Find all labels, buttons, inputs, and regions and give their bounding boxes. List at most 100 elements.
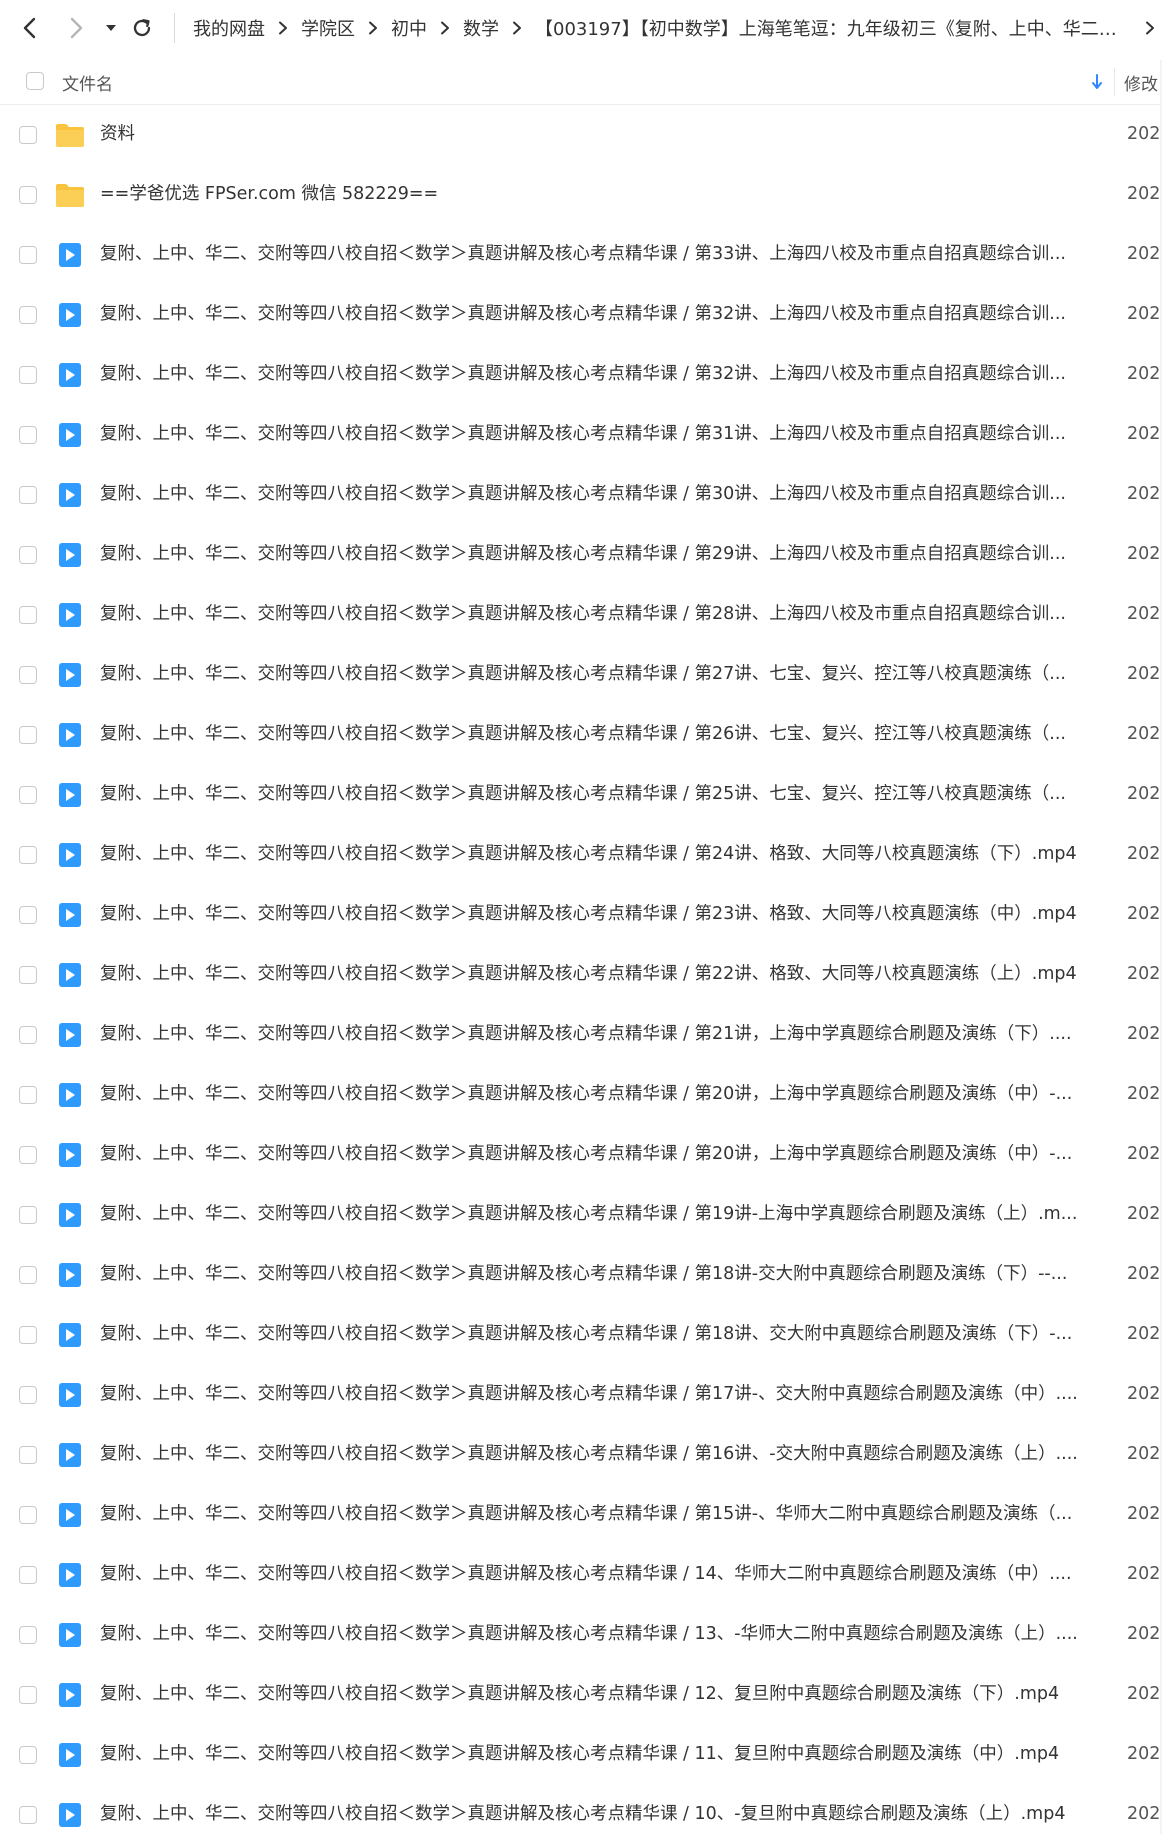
refresh-icon[interactable] [126,12,158,44]
file-row[interactable]: 复附、上中、华二、交附等四八校自招＜数学＞真题讲解及核心考点精华课 / 第20讲… [0,1065,1162,1125]
breadcrumb-item-academy[interactable]: 学院区 [295,15,361,41]
file-row[interactable]: 复附、上中、华二、交附等四八校自招＜数学＞真题讲解及核心考点精华课 / 14、华… [0,1545,1162,1605]
file-row[interactable]: 复附、上中、华二、交附等四八校自招＜数学＞真题讲解及核心考点精华课 / 第21讲… [0,1005,1162,1065]
file-row[interactable]: 复附、上中、华二、交附等四八校自招＜数学＞真题讲解及核心考点精华课 / 第32讲… [0,345,1162,405]
file-name[interactable]: 复附、上中、华二、交附等四八校自招＜数学＞真题讲解及核心考点精华课 / 13、-… [100,1622,1104,1646]
row-checkbox[interactable] [19,1146,37,1164]
file-row[interactable]: 复附、上中、华二、交附等四八校自招＜数学＞真题讲解及核心考点精华课 / 第26讲… [0,705,1162,765]
file-row[interactable]: 复附、上中、华二、交附等四八校自招＜数学＞真题讲解及核心考点精华课 / 第32讲… [0,285,1162,345]
row-checkbox[interactable] [19,1026,37,1044]
file-name[interactable]: 复附、上中、华二、交附等四八校自招＜数学＞真题讲解及核心考点精华课 / 第18讲… [100,1262,1104,1286]
file-name[interactable]: ==学爸优选 FPSer.com 微信 582229== [100,182,1104,206]
file-name[interactable]: 复附、上中、华二、交附等四八校自招＜数学＞真题讲解及核心考点精华课 / 第22讲… [100,962,1104,986]
file-row[interactable]: 复附、上中、华二、交附等四八校自招＜数学＞真题讲解及核心考点精华课 / 第15讲… [0,1485,1162,1545]
file-name[interactable]: 复附、上中、华二、交附等四八校自招＜数学＞真题讲解及核心考点精华课 / 第31讲… [100,422,1104,446]
file-row[interactable]: 复附、上中、华二、交附等四八校自招＜数学＞真题讲解及核心考点精华课 / 第19讲… [0,1185,1162,1245]
row-checkbox[interactable] [19,1506,37,1524]
row-checkbox[interactable] [19,246,37,264]
file-name[interactable]: 复附、上中、华二、交附等四八校自招＜数学＞真题讲解及核心考点精华课 / 第27讲… [100,662,1104,686]
file-row[interactable]: 复附、上中、华二、交附等四八校自招＜数学＞真题讲解及核心考点精华课 / 第27讲… [0,645,1162,705]
row-checkbox[interactable] [19,486,37,504]
breadcrumb-item-junior-high[interactable]: 初中 [385,15,433,41]
row-checkbox[interactable] [19,1806,37,1824]
file-row[interactable]: 复附、上中、华二、交附等四八校自招＜数学＞真题讲解及核心考点精华课 / 第18讲… [0,1305,1162,1365]
file-name[interactable]: 复附、上中、华二、交附等四八校自招＜数学＞真题讲解及核心考点精华课 / 11、复… [100,1742,1104,1766]
row-checkbox[interactable] [19,426,37,444]
row-checkbox[interactable] [19,126,37,144]
row-checkbox[interactable] [19,1566,37,1584]
chevron-left-icon[interactable] [14,12,46,44]
file-row[interactable]: 复附、上中、华二、交附等四八校自招＜数学＞真题讲解及核心考点精华课 / 第33讲… [0,225,1162,285]
chevron-right-icon[interactable] [60,12,92,44]
file-row[interactable]: 复附、上中、华二、交附等四八校自招＜数学＞真题讲解及核心考点精华课 / 12、复… [0,1665,1162,1725]
breadcrumb-item-my-drive[interactable]: 我的网盘 [187,15,271,41]
row-checkbox[interactable] [19,1386,37,1404]
file-name[interactable]: 复附、上中、华二、交附等四八校自招＜数学＞真题讲解及核心考点精华课 / 14、华… [100,1562,1104,1586]
file-row[interactable]: 复附、上中、华二、交附等四八校自招＜数学＞真题讲解及核心考点精华课 / 第28讲… [0,585,1162,645]
column-header-modified[interactable]: 修改 [1124,70,1158,95]
caret-down-icon[interactable] [102,12,120,44]
row-checkbox[interactable] [19,1206,37,1224]
file-name[interactable]: 复附、上中、华二、交附等四八校自招＜数学＞真题讲解及核心考点精华课 / 第29讲… [100,542,1104,566]
file-row[interactable]: 复附、上中、华二、交附等四八校自招＜数学＞真题讲解及核心考点精华课 / 第31讲… [0,405,1162,465]
select-all-checkbox[interactable] [26,72,44,90]
file-name[interactable]: 复附、上中、华二、交附等四八校自招＜数学＞真题讲解及核心考点精华课 / 10、-… [100,1802,1104,1826]
row-checkbox[interactable] [19,546,37,564]
file-name[interactable]: 复附、上中、华二、交附等四八校自招＜数学＞真题讲解及核心考点精华课 / 第33讲… [100,242,1104,266]
file-row[interactable]: 复附、上中、华二、交附等四八校自招＜数学＞真题讲解及核心考点精华课 / 第23讲… [0,885,1162,945]
breadcrumb-current-folder[interactable]: 【003197】【初中数学】上海笔笔逗：九年级初三《复附、上中、华二、… [529,15,1138,41]
breadcrumb-item-math[interactable]: 数学 [457,15,505,41]
file-name[interactable]: 复附、上中、华二、交附等四八校自招＜数学＞真题讲解及核心考点精华课 / 第26讲… [100,722,1104,746]
row-checkbox[interactable] [19,1326,37,1344]
file-row[interactable]: 复附、上中、华二、交附等四八校自招＜数学＞真题讲解及核心考点精华课 / 第25讲… [0,765,1162,825]
file-name[interactable]: 复附、上中、华二、交附等四八校自招＜数学＞真题讲解及核心考点精华课 / 第32讲… [100,362,1104,386]
column-header-filename[interactable]: 文件名 [62,70,113,95]
file-row[interactable]: 复附、上中、华二、交附等四八校自招＜数学＞真题讲解及核心考点精华课 / 第18讲… [0,1245,1162,1305]
file-name[interactable]: 复附、上中、华二、交附等四八校自招＜数学＞真题讲解及核心考点精华课 / 第32讲… [100,302,1104,326]
file-name[interactable]: 资料 [100,122,1104,146]
file-row[interactable]: 复附、上中、华二、交附等四八校自招＜数学＞真题讲解及核心考点精华课 / 11、复… [0,1725,1162,1785]
row-checkbox[interactable] [19,906,37,924]
row-checkbox[interactable] [19,666,37,684]
file-name[interactable]: 复附、上中、华二、交附等四八校自招＜数学＞真题讲解及核心考点精华课 / 第18讲… [100,1322,1104,1346]
file-name[interactable]: 复附、上中、华二、交附等四八校自招＜数学＞真题讲解及核心考点精华课 / 第28讲… [100,602,1104,626]
row-checkbox[interactable] [19,846,37,864]
file-name[interactable]: 复附、上中、华二、交附等四八校自招＜数学＞真题讲解及核心考点精华课 / 第17讲… [100,1382,1104,1406]
file-row[interactable]: 复附、上中、华二、交附等四八校自招＜数学＞真题讲解及核心考点精华课 / 第24讲… [0,825,1162,885]
file-name[interactable]: 复附、上中、华二、交附等四八校自招＜数学＞真题讲解及核心考点精华课 / 第20讲… [100,1142,1104,1166]
row-checkbox[interactable] [19,966,37,984]
file-row[interactable]: 复附、上中、华二、交附等四八校自招＜数学＞真题讲解及核心考点精华课 / 10、-… [0,1785,1162,1834]
row-checkbox[interactable] [19,606,37,624]
file-row[interactable]: 复附、上中、华二、交附等四八校自招＜数学＞真题讲解及核心考点精华课 / 第16讲… [0,1425,1162,1485]
row-checkbox[interactable] [19,306,37,324]
file-name[interactable]: 复附、上中、华二、交附等四八校自招＜数学＞真题讲解及核心考点精华课 / 第23讲… [100,902,1104,926]
file-row[interactable]: 复附、上中、华二、交附等四八校自招＜数学＞真题讲解及核心考点精华课 / 第17讲… [0,1365,1162,1425]
file-name[interactable]: 复附、上中、华二、交附等四八校自招＜数学＞真题讲解及核心考点精华课 / 第16讲… [100,1442,1104,1466]
row-checkbox[interactable] [19,366,37,384]
row-checkbox[interactable] [19,1086,37,1104]
file-name[interactable]: 复附、上中、华二、交附等四八校自招＜数学＞真题讲解及核心考点精华课 / 12、复… [100,1682,1104,1706]
row-checkbox[interactable] [19,1746,37,1764]
file-name[interactable]: 复附、上中、华二、交附等四八校自招＜数学＞真题讲解及核心考点精华课 / 第21讲… [100,1022,1104,1046]
file-row[interactable]: 复附、上中、华二、交附等四八校自招＜数学＞真题讲解及核心考点精华课 / 第29讲… [0,525,1162,585]
row-checkbox[interactable] [19,1266,37,1284]
file-name[interactable]: 复附、上中、华二、交附等四八校自招＜数学＞真题讲解及核心考点精华课 / 第24讲… [100,842,1104,866]
column-divider[interactable] [1114,68,1115,96]
file-name[interactable]: 复附、上中、华二、交附等四八校自招＜数学＞真题讲解及核心考点精华课 / 第19讲… [100,1202,1104,1226]
file-row[interactable]: 复附、上中、华二、交附等四八校自招＜数学＞真题讲解及核心考点精华课 / 13、-… [0,1605,1162,1665]
chevron-right-icon[interactable] [1138,16,1162,40]
file-name[interactable]: 复附、上中、华二、交附等四八校自招＜数学＞真题讲解及核心考点精华课 / 第25讲… [100,782,1104,806]
arrow-down-icon[interactable] [1090,72,1104,92]
file-row[interactable]: ==学爸优选 FPSer.com 微信 582229== 202 [0,165,1162,225]
file-name[interactable]: 复附、上中、华二、交附等四八校自招＜数学＞真题讲解及核心考点精华课 / 第30讲… [100,482,1104,506]
file-row[interactable]: 复附、上中、华二、交附等四八校自招＜数学＞真题讲解及核心考点精华课 / 第30讲… [0,465,1162,525]
row-checkbox[interactable] [19,1446,37,1464]
row-checkbox[interactable] [19,786,37,804]
file-name[interactable]: 复附、上中、华二、交附等四八校自招＜数学＞真题讲解及核心考点精华课 / 第20讲… [100,1082,1104,1106]
file-row[interactable]: 复附、上中、华二、交附等四八校自招＜数学＞真题讲解及核心考点精华课 / 第20讲… [0,1125,1162,1185]
row-checkbox[interactable] [19,186,37,204]
row-checkbox[interactable] [19,1686,37,1704]
row-checkbox[interactable] [19,1626,37,1644]
file-name[interactable]: 复附、上中、华二、交附等四八校自招＜数学＞真题讲解及核心考点精华课 / 第15讲… [100,1502,1104,1526]
file-row[interactable]: 复附、上中、华二、交附等四八校自招＜数学＞真题讲解及核心考点精华课 / 第22讲… [0,945,1162,1005]
